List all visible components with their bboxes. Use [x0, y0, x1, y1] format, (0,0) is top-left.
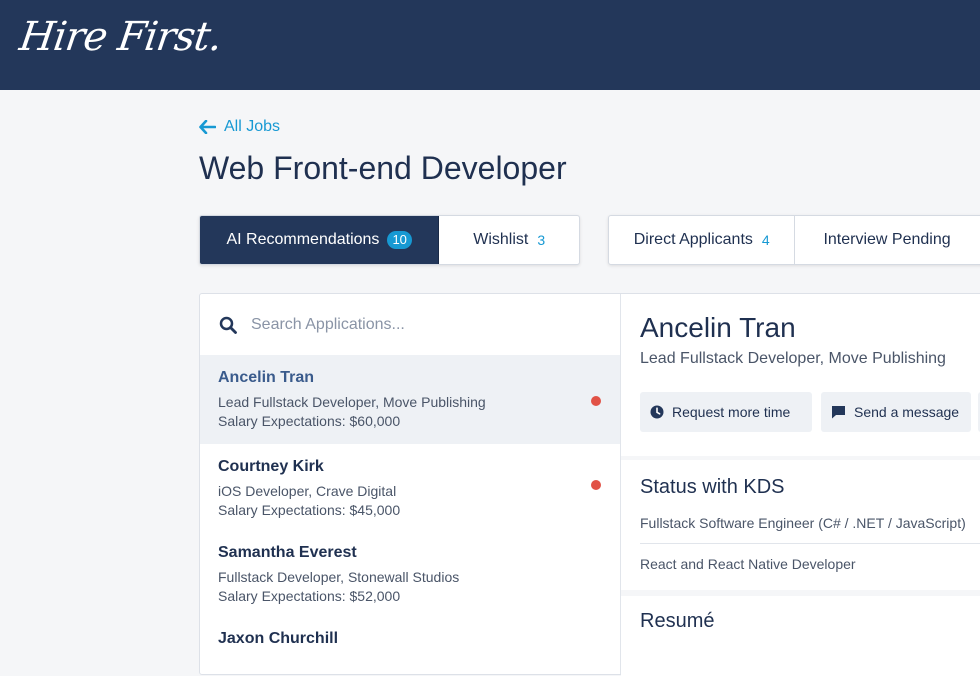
- application-item[interactable]: Ancelin Tran Lead Fullstack Developer, M…: [200, 355, 620, 444]
- top-bar: Hire First.: [0, 0, 980, 90]
- tab-interview-pending[interactable]: Interview Pending: [795, 216, 980, 264]
- status-item[interactable]: React and React Native Developer: [640, 556, 980, 572]
- detail-name: Ancelin Tran: [640, 312, 796, 343]
- applicant-salary: Salary Expectations: $60,000: [218, 413, 401, 429]
- detail-header: Ancelin Tran Lead Fullstack Developer, M…: [621, 294, 980, 456]
- arrow-left-icon: [199, 120, 216, 134]
- tab-count: 4: [761, 232, 770, 248]
- search-bar: [200, 294, 620, 355]
- search-input[interactable]: [249, 314, 573, 335]
- tab-label: Interview Pending: [823, 231, 951, 248]
- send-message-button[interactable]: Send a message: [821, 392, 971, 432]
- applications-list: Ancelin Tran Lead Fullstack Developer, M…: [200, 294, 621, 674]
- tab-label: AI Recommendations: [226, 231, 380, 248]
- tab-label: Wishlist: [473, 231, 529, 248]
- tab-count: 3: [537, 232, 546, 248]
- request-more-time-button[interactable]: Request more time: [640, 392, 812, 432]
- applicant-name: Samantha Everest: [218, 544, 357, 561]
- applications-panel: Ancelin Tran Lead Fullstack Developer, M…: [199, 293, 980, 676]
- all-jobs-link[interactable]: All Jobs: [199, 118, 280, 136]
- applicant-role: iOS Developer, Crave Digital: [218, 483, 397, 499]
- tab-group-secondary: Direct Applicants 4 Interview Pending: [608, 215, 980, 265]
- applicant-name: Ancelin Tran: [218, 369, 315, 386]
- button-label: Send a message: [854, 404, 960, 420]
- tab-label: Direct Applicants: [633, 231, 753, 248]
- tab-wishlist[interactable]: Wishlist 3: [439, 216, 579, 264]
- applicant-role: Fullstack Developer, Stonewall Studios: [218, 569, 460, 585]
- tab-group-primary: AI Recommendations 10 Wishlist 3: [199, 215, 580, 265]
- all-jobs-label: All Jobs: [224, 118, 281, 135]
- unread-indicator: [591, 480, 601, 490]
- status-item[interactable]: Fullstack Software Engineer (C# / .NET /…: [640, 515, 980, 531]
- applicant-detail: Ancelin Tran Lead Fullstack Developer, M…: [621, 294, 980, 676]
- tab-direct-applicants[interactable]: Direct Applicants 4: [609, 216, 796, 264]
- detail-role: Lead Fullstack Developer, Move Publishin…: [640, 350, 946, 367]
- status-section: Status with KDS Fullstack Software Engin…: [621, 460, 980, 590]
- search-icon: [219, 316, 237, 334]
- resume-title: Resumé: [640, 610, 715, 632]
- message-icon: [832, 406, 845, 419]
- status-title: Status with KDS: [640, 476, 785, 498]
- applicant-name: Courtney Kirk: [218, 458, 324, 475]
- button-label: Request more time: [672, 404, 791, 420]
- application-item[interactable]: Courtney Kirk iOS Developer, Crave Digit…: [200, 444, 620, 530]
- page-title: Web Front-end Developer: [199, 150, 567, 186]
- application-item[interactable]: Samantha Everest Fullstack Developer, St…: [200, 530, 620, 616]
- divider: [640, 543, 980, 544]
- resume-section: Resumé: [621, 596, 980, 676]
- clock-icon: [650, 405, 664, 419]
- application-item[interactable]: Jaxon Churchill: [200, 616, 620, 676]
- applicant-name: Jaxon Churchill: [218, 630, 339, 647]
- applicant-salary: Salary Expectations: $52,000: [218, 588, 401, 604]
- unread-indicator: [591, 396, 601, 406]
- hirefirst-logo[interactable]: Hire First.: [17, 14, 225, 60]
- applicant-salary: Salary Expectations: $45,000: [218, 502, 401, 518]
- tab-ai-recommendations[interactable]: AI Recommendations 10: [200, 216, 440, 264]
- count-badge: 10: [387, 231, 412, 249]
- applicant-role: Lead Fullstack Developer, Move Publishin…: [218, 394, 486, 410]
